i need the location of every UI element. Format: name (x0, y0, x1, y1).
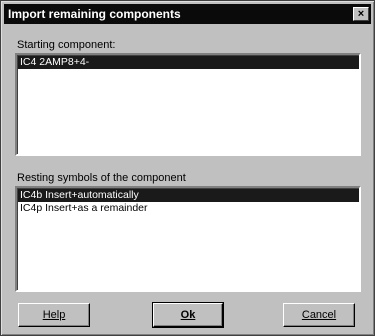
close-icon: × (357, 7, 365, 20)
list-item[interactable]: IC4 2AMP8+4- (18, 56, 359, 69)
title-bar[interactable]: Import remaining components × (4, 4, 371, 24)
resting-symbols-list[interactable]: IC4b Insert+automatically IC4p Insert+as… (15, 186, 361, 292)
close-button[interactable]: × (353, 7, 369, 21)
help-button[interactable]: Help (18, 303, 90, 327)
ok-button[interactable]: Ok (152, 302, 224, 328)
cancel-button[interactable]: Cancel (283, 303, 355, 327)
resting-symbols-label: Resting symbols of the component (17, 172, 186, 184)
starting-component-list[interactable]: IC4 2AMP8+4- (15, 53, 361, 156)
list-item[interactable]: IC4p Insert+as a remainder (18, 202, 359, 215)
starting-component-label: Starting component: (17, 39, 116, 51)
list-item[interactable]: IC4b Insert+automatically (18, 189, 359, 202)
import-dialog: Import remaining components × Starting c… (0, 0, 375, 336)
dialog-title: Import remaining components (8, 7, 181, 21)
